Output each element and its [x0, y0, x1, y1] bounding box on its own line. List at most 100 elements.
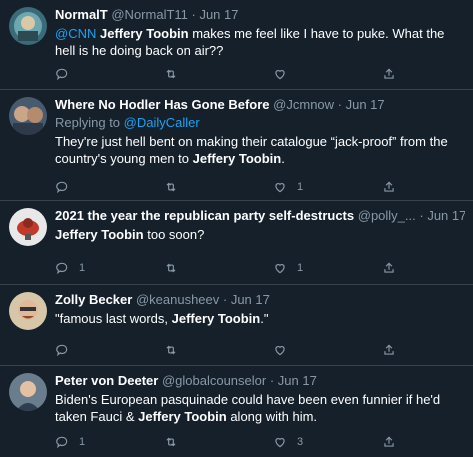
- handle[interactable]: @keanusheev: [136, 292, 219, 307]
- mention-link[interactable]: @DailyCaller: [124, 115, 200, 130]
- reply-button[interactable]: 1: [55, 260, 85, 276]
- separator: ·: [187, 7, 200, 22]
- retweet-icon: [166, 182, 176, 192]
- retweet-button[interactable]: [164, 179, 188, 195]
- retweet-button[interactable]: [164, 66, 188, 82]
- replying-to-label: Replying to: [55, 115, 124, 130]
- highlight-text: Jeffery Toobin: [138, 409, 227, 424]
- action-bar: 1 3: [55, 434, 465, 450]
- reply-icon: [56, 181, 68, 194]
- reply-button[interactable]: [55, 179, 79, 195]
- share-icon: [384, 181, 394, 192]
- retweet-icon: [166, 263, 176, 273]
- text-span: .": [260, 311, 269, 326]
- share-icon: [384, 436, 394, 447]
- handle[interactable]: @Jcmnow: [273, 97, 334, 112]
- share-button[interactable]: [382, 434, 396, 450]
- retweet-button[interactable]: [164, 342, 188, 358]
- reply-icon: [56, 68, 68, 81]
- timestamp[interactable]: Jun 17: [346, 97, 385, 112]
- tweet-header: Where No Hodler Has Gone Before @Jcmnow …: [55, 97, 465, 113]
- action-bar: [55, 342, 465, 358]
- reply-icon: [56, 436, 68, 449]
- text-span: too soon?: [143, 227, 205, 242]
- handle[interactable]: @globalcounselor: [162, 373, 266, 388]
- share-button[interactable]: [382, 179, 396, 195]
- avatar[interactable]: [9, 292, 47, 330]
- separator: ·: [334, 97, 346, 112]
- like-count: 1: [297, 181, 304, 193]
- share-button[interactable]: [382, 260, 396, 276]
- timestamp[interactable]: Jun 17: [199, 7, 238, 22]
- retweet-button[interactable]: [164, 434, 188, 450]
- display-name[interactable]: 2021 the year the republican party self-…: [55, 208, 354, 223]
- reply-button[interactable]: [55, 66, 79, 82]
- reply-count: 1: [79, 436, 86, 448]
- retweet-button[interactable]: [164, 260, 188, 276]
- retweet-icon: [166, 69, 176, 79]
- text-span: along with him.: [226, 409, 318, 424]
- like-icon: [275, 346, 285, 356]
- like-button[interactable]: [273, 66, 297, 82]
- separator: ·: [219, 292, 231, 307]
- reply-count: 1: [79, 262, 86, 274]
- tweet[interactable]: Peter von Deeter @globalcounselor · Jun …: [0, 366, 473, 457]
- reply-button[interactable]: [55, 342, 79, 358]
- mention-link[interactable]: @CNN: [55, 26, 96, 41]
- like-icon: [275, 438, 285, 448]
- tweet-text: Jeffery Toobin too soon?: [55, 226, 465, 243]
- tweet-text: "famous last words, Jeffery Toobin.": [55, 310, 465, 327]
- timestamp[interactable]: Jun 17: [278, 373, 317, 388]
- text-span: "famous last words,: [55, 311, 172, 326]
- like-button[interactable]: 1: [273, 260, 303, 276]
- share-icon: [384, 68, 394, 79]
- tweet[interactable]: Where No Hodler Has Gone Before @Jcmnow …: [0, 90, 473, 201]
- tweet-text: @CNN Jeffery Toobin makes me feel like I…: [55, 25, 465, 59]
- separator: ·: [266, 373, 278, 388]
- timestamp[interactable]: Jun 17: [231, 292, 270, 307]
- tweet[interactable]: Zolly Becker @keanusheev · Jun 17 "famou…: [0, 285, 473, 366]
- like-button[interactable]: [273, 342, 297, 358]
- action-bar: 1 1: [55, 260, 465, 276]
- replying-to: Replying to @DailyCaller: [55, 115, 465, 131]
- avatar[interactable]: [9, 7, 47, 45]
- tweet[interactable]: 2021 the year the republican party self-…: [0, 201, 473, 285]
- avatar[interactable]: [9, 208, 47, 246]
- share-icon: [384, 262, 394, 273]
- share-button[interactable]: [382, 342, 396, 358]
- tweet[interactable]: NormalT @NormalT11 · Jun 17 @CNN Jeffery…: [0, 0, 473, 90]
- tweet-header: NormalT @NormalT11 · Jun 17: [55, 7, 465, 23]
- highlight-text: Jeffery Toobin: [100, 26, 189, 41]
- display-name[interactable]: Peter von Deeter: [55, 373, 158, 388]
- share-button[interactable]: [382, 66, 396, 82]
- display-name[interactable]: Where No Hodler Has Gone Before: [55, 97, 270, 112]
- like-button[interactable]: 1: [273, 179, 303, 195]
- reply-icon: [56, 262, 68, 275]
- reply-button[interactable]: 1: [55, 434, 85, 450]
- retweet-icon: [166, 345, 176, 355]
- like-icon: [275, 264, 285, 274]
- timestamp[interactable]: Jun 17: [427, 208, 465, 223]
- tweet-feed: NormalT @NormalT11 · Jun 17 @CNN Jeffery…: [0, 0, 473, 457]
- tweet-header: 2021 the year the republican party self-…: [55, 208, 465, 224]
- text-span: .: [281, 151, 285, 166]
- display-name[interactable]: NormalT: [55, 7, 108, 22]
- like-button[interactable]: 3: [273, 434, 303, 450]
- tweet-text: Biden's European pasquinade could have b…: [55, 391, 465, 425]
- handle[interactable]: @polly_...: [358, 208, 416, 223]
- reply-icon: [56, 344, 68, 357]
- highlight-text: Jeffery Toobin: [192, 151, 282, 166]
- like-icon: [275, 183, 285, 193]
- display-name[interactable]: Zolly Becker: [55, 292, 132, 307]
- like-count: 1: [297, 262, 304, 274]
- action-bar: 1: [55, 179, 465, 195]
- handle[interactable]: @NormalT11: [111, 7, 188, 22]
- avatar[interactable]: [9, 97, 47, 135]
- like-icon: [275, 70, 285, 80]
- avatar[interactable]: [9, 373, 47, 411]
- like-count: 3: [297, 436, 304, 448]
- retweet-icon: [166, 437, 176, 447]
- share-icon: [384, 344, 394, 355]
- action-bar: [55, 66, 465, 82]
- highlight-text: Jeffery Toobin: [55, 227, 144, 242]
